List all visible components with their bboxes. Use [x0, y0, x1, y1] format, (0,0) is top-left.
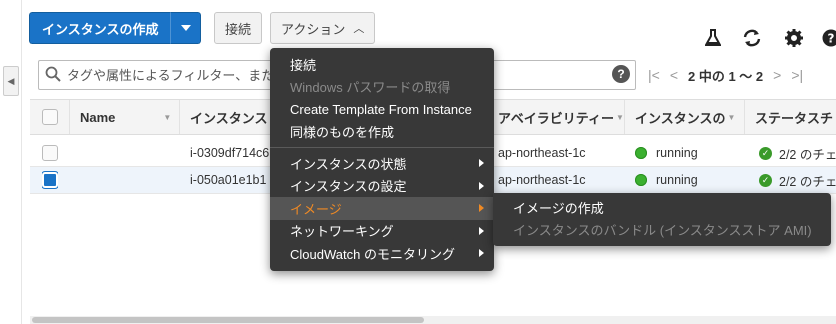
actions-label: アクション [281, 21, 346, 37]
column-label: インスタンスの [635, 110, 726, 126]
submenu-arrow-icon [479, 204, 484, 212]
actions-button[interactable]: アクション ︿ [270, 12, 376, 44]
first-page-icon[interactable]: |< [648, 67, 660, 83]
check-circle-icon: ✓ [759, 146, 772, 160]
column-header-name[interactable]: Name ▼ [70, 100, 180, 134]
search-icon [45, 66, 61, 85]
status-text: 2/2 のチェ [779, 174, 836, 189]
help-icon[interactable]: ? [820, 28, 836, 48]
connect-button[interactable]: 接続 [214, 12, 263, 44]
menu-item-connect[interactable]: 接続 [270, 53, 494, 76]
submenu-item-create-image[interactable]: イメージの作成 [493, 196, 831, 219]
collapse-panel-button[interactable]: ◀ [3, 66, 19, 96]
submenu-item-bundle-instance: インスタンスのバンドル (インスタンスストア AMI) [513, 223, 812, 239]
state-text: running [656, 146, 698, 160]
submenu-arrow-icon [479, 181, 484, 190]
menu-item-label: ネットワーキング [290, 224, 394, 240]
prev-page-icon[interactable]: < [670, 67, 678, 83]
check-circle-icon: ✓ [759, 173, 772, 187]
status-check-cell: ✓ 2/2 のチェ [759, 167, 836, 193]
column-label: インスタンス [190, 110, 268, 126]
menu-item-instance-state[interactable]: インスタンスの状態 [270, 152, 494, 175]
submenu-arrow-icon [479, 226, 484, 235]
status-check-cell: ✓ 2/2 のチェ [759, 140, 836, 166]
sort-icon: ▼ [615, 112, 624, 122]
column-header-state[interactable]: インスタンスの ▼ [625, 100, 745, 134]
state-cell: running [635, 167, 698, 193]
flask-icon[interactable] [703, 28, 723, 48]
scrollbar-thumb[interactable] [32, 317, 424, 323]
menu-item-get-windows-password: Windows パスワードの取得 [290, 80, 451, 96]
refresh-icon[interactable] [742, 28, 762, 48]
running-status-icon [635, 174, 647, 186]
horizontal-scrollbar[interactable] [30, 316, 836, 324]
chevron-up-icon: ︿ [353, 23, 365, 35]
column-label: アベイラビリティー [498, 110, 614, 126]
filter-help-icon[interactable]: ? [612, 65, 630, 83]
az-cell: ap-northeast-1c [498, 173, 586, 187]
menu-item-label: インスタンスの設定 [290, 179, 407, 195]
row-checkbox[interactable] [42, 145, 58, 161]
menu-item-networking[interactable]: ネットワーキング [270, 220, 494, 243]
sort-icon: ▼ [163, 112, 172, 122]
menu-item-label: インスタンスの状態 [290, 156, 407, 172]
svg-text:?: ? [828, 32, 835, 46]
menu-item-create-template[interactable]: Create Template From Instance [270, 98, 494, 121]
row-checkbox-cell [42, 140, 58, 166]
name-cell [80, 140, 180, 166]
row-checkbox-cell [42, 167, 58, 193]
instance-id-cell: i-0309df714c6 [190, 146, 270, 160]
menu-item-label: イメージ [290, 201, 342, 217]
name-cell [80, 167, 180, 193]
state-text: running [656, 173, 698, 187]
left-rail: ◀ [0, 0, 22, 324]
menu-item-label: CloudWatch のモニタリング [290, 246, 455, 262]
actions-menu: 接続 Windows パスワードの取得 Create Template From… [270, 48, 494, 271]
page-indicator: 2 中の 1 ～ 2 [688, 68, 764, 84]
menu-divider [270, 147, 494, 148]
launch-instance-label[interactable]: インスタンスの作成 [29, 12, 171, 44]
menu-item-image[interactable]: イメージ [270, 197, 494, 220]
menu-item-launch-more-like-this[interactable]: 同様のものを作成 [270, 121, 494, 144]
image-submenu: イメージの作成 インスタンスのバンドル (インスタンスストア AMI) [493, 193, 831, 246]
status-text: 2/2 のチェ [779, 147, 836, 162]
instance-id-cell: i-050a01e1b1 [190, 173, 267, 187]
gear-icon[interactable] [784, 28, 804, 48]
column-header-az[interactable]: アベイラビリティー ▼ [490, 100, 625, 134]
column-header-status[interactable]: ステータスチ [745, 100, 836, 134]
sort-icon: ▼ [727, 112, 736, 122]
pagination: |< < 2 中の 1 ～ 2 > >| [648, 62, 803, 88]
column-label: ステータスチ [755, 110, 834, 126]
select-all-checkbox[interactable] [41, 109, 58, 125]
select-all-cell [30, 100, 70, 134]
az-cell: ap-northeast-1c [498, 146, 586, 160]
menu-item-cloudwatch-monitoring[interactable]: CloudWatch のモニタリング [270, 242, 494, 265]
submenu-arrow-icon [479, 249, 484, 257]
running-status-icon [635, 147, 647, 159]
row-checkbox-checked[interactable] [42, 172, 58, 188]
caret-down-icon [180, 25, 191, 31]
state-cell: running [635, 140, 698, 166]
submenu-arrow-icon [479, 159, 484, 167]
next-page-icon[interactable]: > [773, 67, 781, 83]
column-label: Name [80, 109, 116, 125]
launch-instance-button[interactable]: インスタンスの作成 [29, 12, 202, 44]
last-page-icon[interactable]: >| [791, 67, 803, 83]
menu-item-instance-settings[interactable]: インスタンスの設定 [270, 175, 494, 198]
launch-dropdown-button[interactable] [170, 12, 202, 44]
